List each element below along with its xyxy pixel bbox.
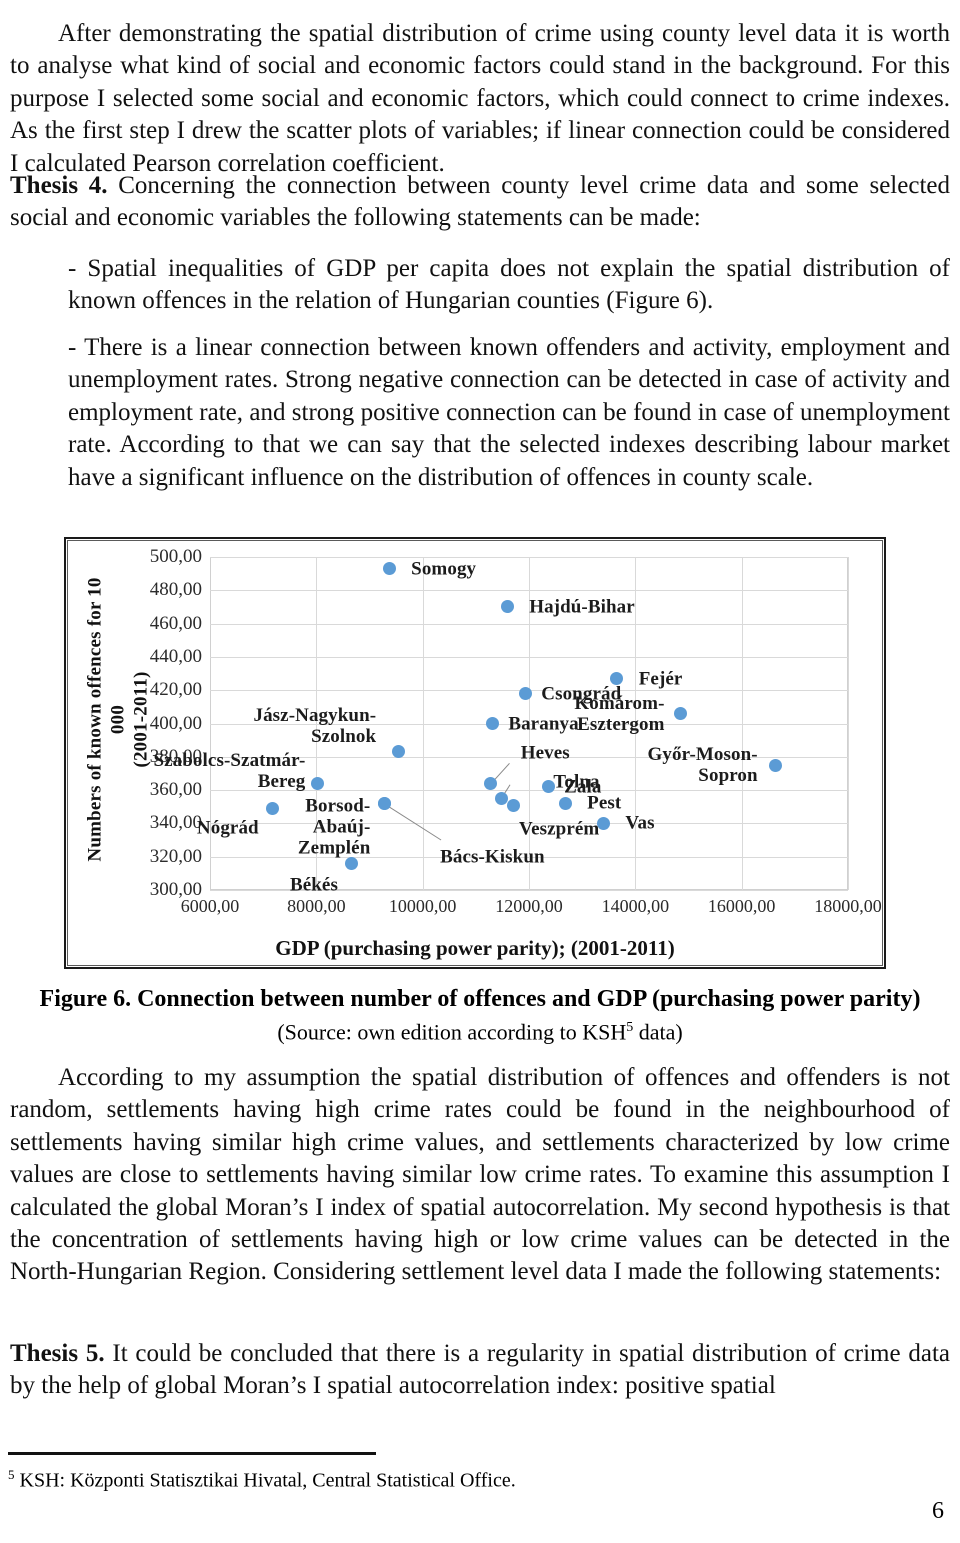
chart-x-tick-label: 8000,00 bbox=[287, 896, 346, 916]
thesis-4-paragraph: Thesis 4. Concerning the connection betw… bbox=[10, 170, 950, 235]
chart-y-tick-label: 420,00 bbox=[149, 679, 202, 701]
thesis-4-block: Thesis 4. Concerning the connection betw… bbox=[10, 170, 950, 235]
chart-point-label: Nógrád bbox=[196, 817, 259, 839]
post-figure-paragraph-text: According to my assumption the spatial d… bbox=[10, 1064, 950, 1286]
chart-data-point[interactable] bbox=[391, 745, 405, 759]
chart-point-label: Békés bbox=[289, 874, 338, 896]
chart-gridline-vertical bbox=[422, 557, 424, 890]
chart-point-label: Szabolcs-Szatmár- Bereg bbox=[153, 750, 306, 793]
thesis-5-body: It could be concluded that there is a re… bbox=[10, 1340, 950, 1400]
intro-paragraph: After demonstrating the spatial distribu… bbox=[10, 18, 950, 180]
figure-caption-source: (Source: own edition according to KSH5 d… bbox=[10, 1014, 950, 1046]
chart-point-label: Heves bbox=[520, 742, 570, 764]
page-number: 6 bbox=[932, 1498, 944, 1524]
chart-point-label: Győr-Moson- Sopron bbox=[647, 744, 758, 787]
chart-data-point[interactable] bbox=[596, 816, 610, 830]
chart-point-label: Baranya bbox=[508, 713, 579, 734]
chart-data-point[interactable] bbox=[494, 791, 508, 805]
chart-gridline-vertical bbox=[741, 557, 743, 890]
chart-point-label: Komárom- Esztergom bbox=[574, 692, 665, 735]
figure-caption-main: Figure 6. Connection between number of o… bbox=[39, 986, 921, 1012]
chart-x-tick-label: 14000,00 bbox=[601, 896, 670, 916]
chart-point-label: Borsod- Abaúj- Zemplén bbox=[297, 795, 371, 859]
chart-point-label: Fejér bbox=[638, 668, 683, 690]
chart-data-point[interactable] bbox=[382, 562, 396, 576]
footnote-5: 5 KSH: Központi Statisztikai Hivatal, Ce… bbox=[8, 1462, 708, 1494]
footnote-text: KSH: Központi Statisztikai Hivatal, Cent… bbox=[14, 1469, 516, 1492]
chart-point-label: Veszprém bbox=[519, 818, 600, 840]
figure-caption-source-after: data) bbox=[633, 1019, 683, 1045]
chart-data-point[interactable] bbox=[518, 687, 532, 701]
chart-x-tick-label: 18000,00 bbox=[814, 896, 882, 916]
chart-x-tick-label: 16000,00 bbox=[707, 896, 776, 916]
chart-point-label: Pest bbox=[587, 792, 622, 814]
thesis-5-label: Thesis 5. bbox=[10, 1340, 105, 1367]
chart-data-point[interactable] bbox=[674, 707, 688, 720]
chart-y-tick-label: 400,00 bbox=[149, 712, 202, 734]
chart-plot-area: 300,00 320,00 340,00 360,00 380,00 400,00 420,… bbox=[150, 546, 882, 916]
chart-y-tick-label: 480,00 bbox=[149, 579, 202, 601]
chart-data-point[interactable] bbox=[506, 798, 520, 812]
thesis-4-body: Concerning the connection between county… bbox=[10, 172, 950, 232]
chart-data-point[interactable] bbox=[541, 780, 555, 794]
chart-x-tick-label: 10000,00 bbox=[388, 896, 457, 916]
thesis-4-bullet-1: - Spatial inequalities of GDP per capita… bbox=[68, 253, 950, 318]
document-page: After demonstrating the spatial distribu… bbox=[0, 0, 960, 1543]
figure-6-scatter-chart: Numbers of known offences for 10 000 (20… bbox=[64, 537, 886, 969]
chart-y-tick-label: 340,00 bbox=[149, 812, 202, 834]
chart-point-label: Hajdú-Bihar bbox=[529, 596, 635, 618]
thesis-4-bullet-2: - There is a linear connection between k… bbox=[68, 332, 950, 494]
chart-point-label: Vas bbox=[625, 812, 655, 834]
chart-x-tick-label: 6000,00 bbox=[180, 896, 240, 916]
chart-point-label: Somogy bbox=[411, 558, 477, 580]
thesis-4-bullet-1-text: - Spatial inequalities of GDP per capita… bbox=[68, 255, 950, 315]
thesis-4-label: Thesis 4. bbox=[10, 172, 108, 199]
chart-gridline-vertical bbox=[848, 557, 849, 890]
chart-x-tick-label: 12000,00 bbox=[495, 896, 563, 916]
chart-y-axis-title: Numbers of known offences for 10 000 (20… bbox=[84, 570, 153, 870]
figure-caption-source-before: (Source: own edition according to KSH bbox=[277, 1019, 627, 1045]
chart-y-tick-label: 500,00 bbox=[149, 546, 202, 567]
post-figure-paragraph: According to my assumption the spatial d… bbox=[10, 1062, 950, 1289]
chart-y-tick-label: 320,00 bbox=[149, 845, 202, 867]
chart-y-axis-title-line-1: Numbers of known offences for 10 000 bbox=[84, 577, 129, 862]
thesis-4-bullet-2-text: - There is a linear connection between k… bbox=[68, 334, 950, 491]
figure-6-caption: Figure 6. Connection between number of o… bbox=[10, 985, 950, 1046]
chart-data-point[interactable] bbox=[485, 717, 499, 730]
intro-paragraph-text: After demonstrating the spatial distribu… bbox=[10, 20, 950, 177]
chart-data-point[interactable] bbox=[558, 796, 572, 810]
chart-point-label: Bács-Kiskun bbox=[440, 846, 545, 868]
chart-y-axis-title-line-2: (2001-2011) bbox=[130, 671, 152, 768]
chart-y-tick-label: 460,00 bbox=[149, 612, 202, 634]
chart-data-point[interactable] bbox=[377, 796, 391, 810]
chart-point-label: Jász-Nagykun- Szolnok bbox=[253, 704, 377, 747]
chart-data-point[interactable] bbox=[769, 758, 783, 772]
chart-data-point[interactable] bbox=[310, 776, 324, 790]
chart-x-axis-title: GDP (purchasing power parity); (2001-201… bbox=[275, 936, 675, 960]
thesis-5-block: Thesis 5. It could be concluded that the… bbox=[10, 1338, 950, 1403]
thesis-5-paragraph: Thesis 5. It could be concluded that the… bbox=[10, 1338, 950, 1403]
chart-y-tick-label: 440,00 bbox=[149, 645, 202, 667]
footnote-separator-rule bbox=[8, 1452, 376, 1455]
